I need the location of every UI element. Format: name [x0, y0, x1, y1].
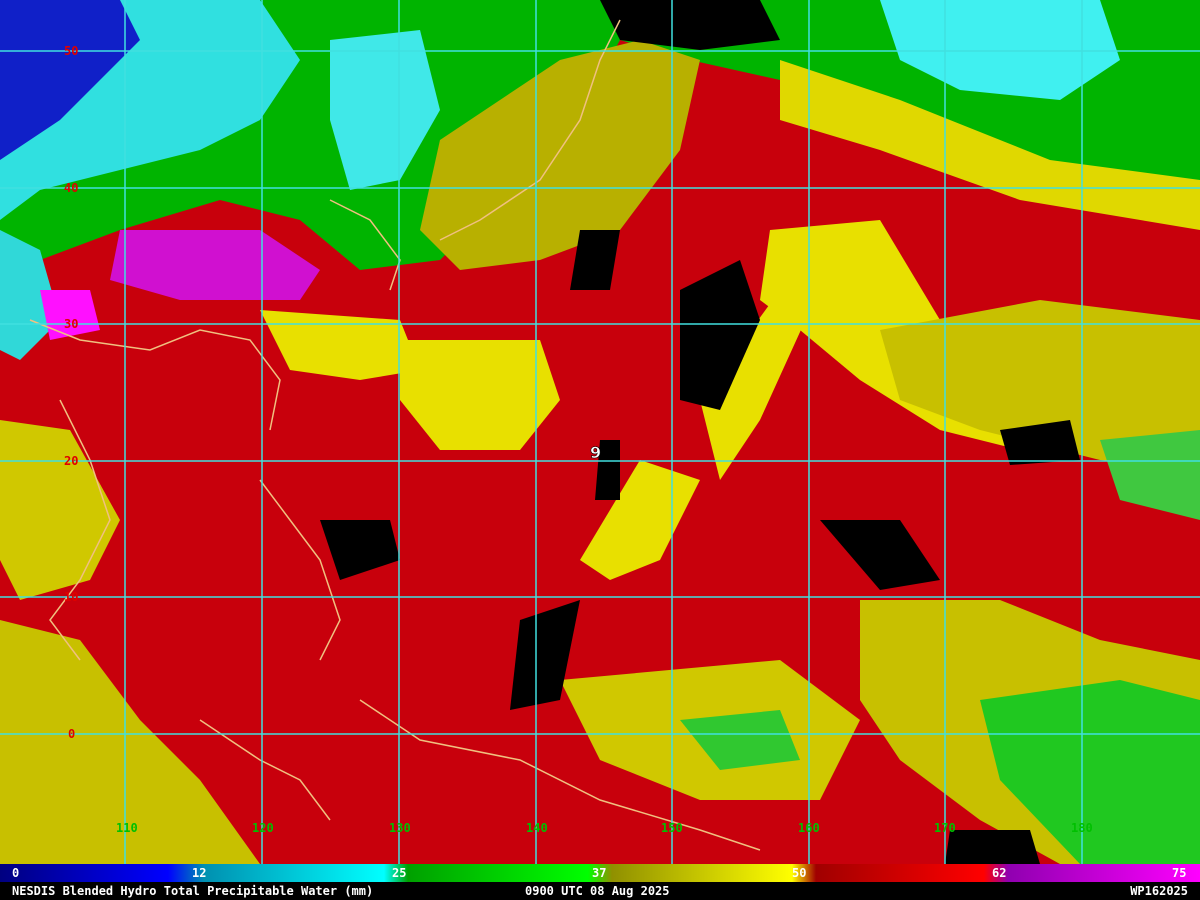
lat-label-0: 0: [68, 727, 75, 741]
colorbar-tick-37: 37: [592, 866, 606, 880]
lon-label-140: 140: [526, 821, 548, 835]
storm-id: WP162025: [1130, 884, 1188, 898]
footer-bar: NESDIS Blended Hydro Total Precipitable …: [0, 882, 1200, 900]
lat-label-20: 20: [64, 454, 78, 468]
colorbar-tick-75: 75: [1172, 866, 1186, 880]
colorbar-tick-25: 25: [392, 866, 406, 880]
lon-label-130: 130: [389, 821, 411, 835]
lat-label-50: 50: [64, 44, 78, 58]
lon-label-110: 110: [116, 821, 138, 835]
lat-label-10: 10: [64, 590, 78, 604]
lon-label-150: 150: [661, 821, 683, 835]
lon-label-160: 160: [798, 821, 820, 835]
colorbar-tick-62: 62: [992, 866, 1006, 880]
colorbar-tick-0: 0: [12, 866, 19, 880]
tpw-map: 50 40 30 20 10 0 110 120 130 140 150 160…: [0, 0, 1200, 864]
storm-marker-icon: 9: [590, 443, 601, 462]
lat-label-40: 40: [64, 181, 78, 195]
lon-label-170: 170: [934, 821, 956, 835]
lon-label-180: 180: [1071, 821, 1093, 835]
colorbar: 0 12 25 37 50 62 75: [0, 864, 1200, 882]
nodata-9: [945, 830, 1040, 864]
colorbar-tick-50: 50: [792, 866, 806, 880]
lat-label-30: 30: [64, 317, 78, 331]
colorbar-tick-12: 12: [192, 866, 206, 880]
lon-label-120: 120: [252, 821, 274, 835]
product-title: NESDIS Blended Hydro Total Precipitable …: [12, 884, 374, 898]
product-time: 0900 UTC 08 Aug 2025: [525, 884, 670, 898]
